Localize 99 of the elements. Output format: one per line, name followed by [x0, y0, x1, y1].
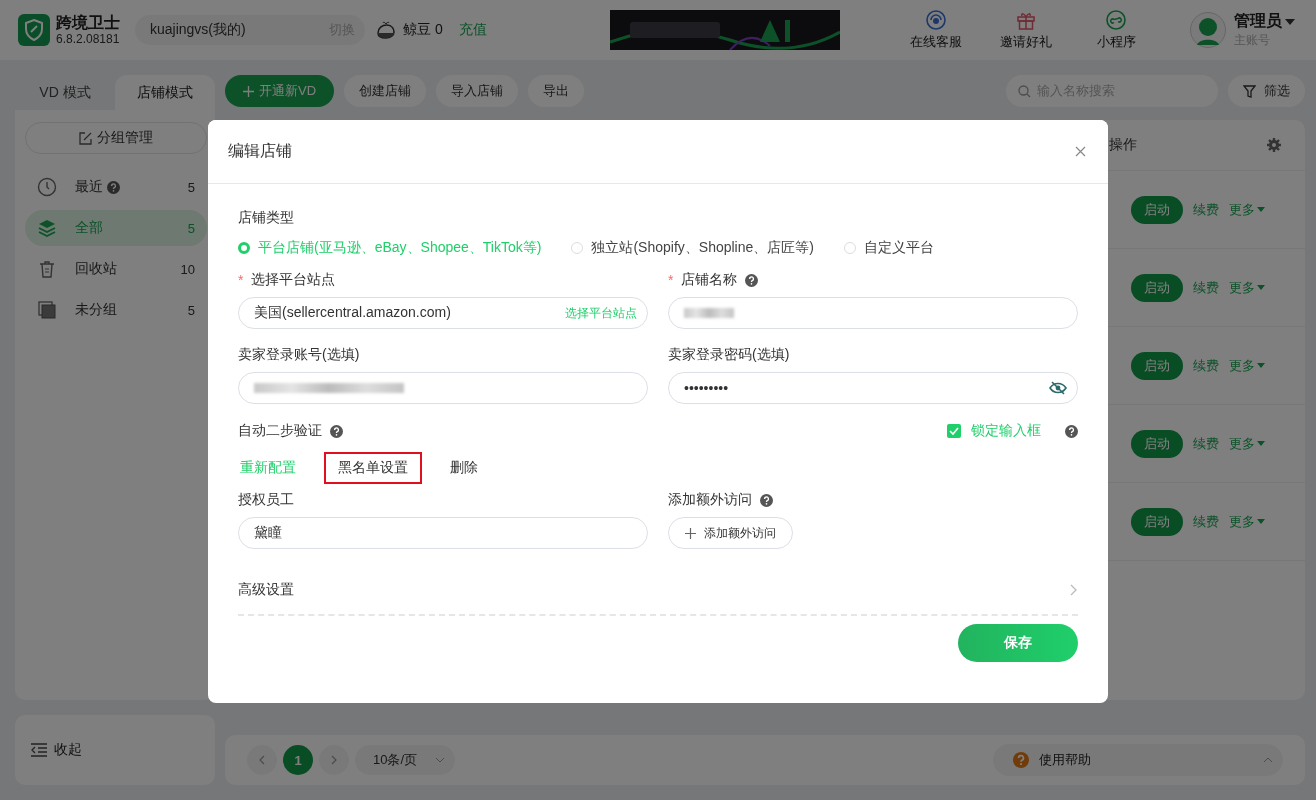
required-mark: *: [668, 272, 674, 288]
more-menu[interactable]: 更多: [1229, 512, 1265, 531]
blurred-value: [684, 308, 734, 318]
advanced-settings[interactable]: 高级设置: [238, 580, 294, 599]
field-label: 添加额外访问: [668, 491, 752, 509]
field-label: 店铺名称: [681, 271, 738, 289]
help-icon: [1013, 752, 1029, 768]
sidebar-item[interactable]: 未分组 5: [25, 292, 207, 328]
recharge-link[interactable]: 充值: [458, 21, 487, 39]
beans-balance: 鲸豆 0: [403, 21, 443, 39]
mode-tab[interactable]: VD 模式: [15, 75, 115, 110]
toolbar-button[interactable]: 导入店铺: [436, 75, 519, 107]
trash-icon: [37, 259, 57, 279]
stacked-squares-icon: [37, 300, 57, 320]
two-step-action[interactable]: 删除: [436, 452, 492, 484]
start-button[interactable]: 启动: [1131, 273, 1183, 302]
chevron-up-icon: [1263, 757, 1273, 763]
mode-tab[interactable]: 店铺模式: [115, 75, 215, 110]
renew-link[interactable]: 续费: [1193, 434, 1219, 453]
sidebar-item[interactable]: 全部 5: [25, 210, 207, 246]
caret-icon: [1257, 519, 1265, 524]
group-manage-button[interactable]: 分组管理: [25, 122, 207, 154]
more-menu[interactable]: 更多: [1229, 200, 1265, 219]
more-menu[interactable]: 更多: [1229, 278, 1265, 297]
collapse-icon: [30, 743, 48, 757]
start-button[interactable]: 启动: [1131, 507, 1183, 536]
headset-icon: [925, 9, 947, 31]
field-label: 自动二步验证: [238, 422, 322, 440]
page-size-select[interactable]: 10条/页: [355, 745, 455, 775]
chevron-down-icon: [435, 757, 445, 763]
header-link[interactable]: 在线客服: [900, 9, 972, 51]
two-step-action[interactable]: 黑名单设置: [324, 452, 422, 484]
field-label: 卖家登录密码(选填): [668, 346, 790, 364]
help-icon: [760, 493, 773, 507]
layers-icon: [37, 218, 57, 238]
shield-logo-icon: [18, 14, 50, 46]
start-button[interactable]: 启动: [1131, 351, 1183, 380]
sidebar-item[interactable]: 最近 5: [25, 169, 207, 205]
start-button[interactable]: 启动: [1131, 429, 1183, 458]
column-header: 操作: [1109, 136, 1137, 154]
filter-icon: [1243, 84, 1256, 98]
whale-icon: [375, 19, 397, 41]
edit-icon: [79, 131, 92, 145]
store-type-radio[interactable]: 平台店铺(亚马逊、eBay、Shopee、TikTok等): [238, 239, 542, 257]
sidebar-item[interactable]: 回收站 10: [25, 251, 207, 287]
search-icon: [1018, 84, 1031, 98]
plus-icon: [685, 527, 696, 539]
dialog-title: 编辑店铺: [228, 141, 292, 161]
user-name[interactable]: 管理员: [1234, 11, 1282, 32]
collapse-button[interactable]: 收起: [15, 715, 215, 785]
page-number[interactable]: 1: [283, 745, 313, 775]
field-label: 选择平台站点: [251, 271, 336, 289]
caret-icon: [1257, 441, 1265, 446]
open-vd-button[interactable]: 开通新VD: [225, 75, 335, 107]
next-page-button[interactable]: [319, 745, 349, 775]
field-label: 卖家登录账号(选填): [238, 346, 360, 364]
renew-link[interactable]: 续费: [1193, 356, 1219, 375]
checkbox-label[interactable]: 锁定输入框: [971, 422, 1041, 440]
store-type-radio[interactable]: 独立站(Shopify、Shopline、店匠等): [571, 239, 814, 257]
start-button[interactable]: 启动: [1131, 195, 1183, 224]
toolbar-button[interactable]: 创建店铺: [344, 75, 427, 107]
filter-button[interactable]: 筛选: [1228, 75, 1305, 107]
more-menu[interactable]: 更多: [1229, 434, 1265, 453]
select-site-link[interactable]: 选择平台站点: [565, 304, 637, 322]
header-link[interactable]: 小程序: [1080, 9, 1152, 51]
caret-icon: [1285, 18, 1295, 25]
checkbox[interactable]: [947, 424, 961, 438]
caret-icon: [1257, 285, 1265, 290]
required-mark: *: [238, 272, 244, 288]
previous-page-button[interactable]: [247, 745, 277, 775]
help-icon: [1065, 424, 1078, 438]
save-button[interactable]: 保存: [958, 624, 1078, 662]
avatar-icon[interactable]: [1190, 12, 1226, 48]
link-icon: [1105, 9, 1127, 31]
renew-link[interactable]: 续费: [1193, 512, 1219, 531]
field-label: 授权员工: [238, 491, 294, 509]
header-link[interactable]: 邀请好礼: [990, 9, 1062, 51]
store-type-radio[interactable]: 自定义平台: [843, 239, 934, 257]
more-menu[interactable]: 更多: [1229, 356, 1265, 375]
settings-icon[interactable]: [1267, 138, 1281, 152]
eye-off-icon[interactable]: [1049, 381, 1067, 395]
app-version: 6.8.2.08181: [56, 32, 120, 46]
caret-icon: [1257, 363, 1265, 368]
toolbar-button[interactable]: 导出: [528, 75, 585, 107]
add-access-button[interactable]: 添加额外访问: [668, 517, 793, 549]
renew-link[interactable]: 续费: [1193, 200, 1219, 219]
field-label: 店铺类型: [238, 209, 294, 227]
help-icon: [330, 424, 343, 438]
two-step-action[interactable]: 重新配置: [238, 452, 310, 484]
chevron-icon: [258, 755, 266, 765]
renew-link[interactable]: 续费: [1193, 278, 1219, 297]
help-button[interactable]: 使用帮助: [993, 744, 1283, 776]
clock-icon: [37, 177, 57, 197]
caret-icon: [1257, 207, 1265, 212]
plus-icon: [243, 85, 254, 97]
chevron-icon: [330, 755, 338, 765]
app-name: 跨境卫士: [56, 14, 120, 32]
close-icon[interactable]: [1075, 146, 1086, 157]
chevron-right-icon[interactable]: [1070, 583, 1078, 596]
